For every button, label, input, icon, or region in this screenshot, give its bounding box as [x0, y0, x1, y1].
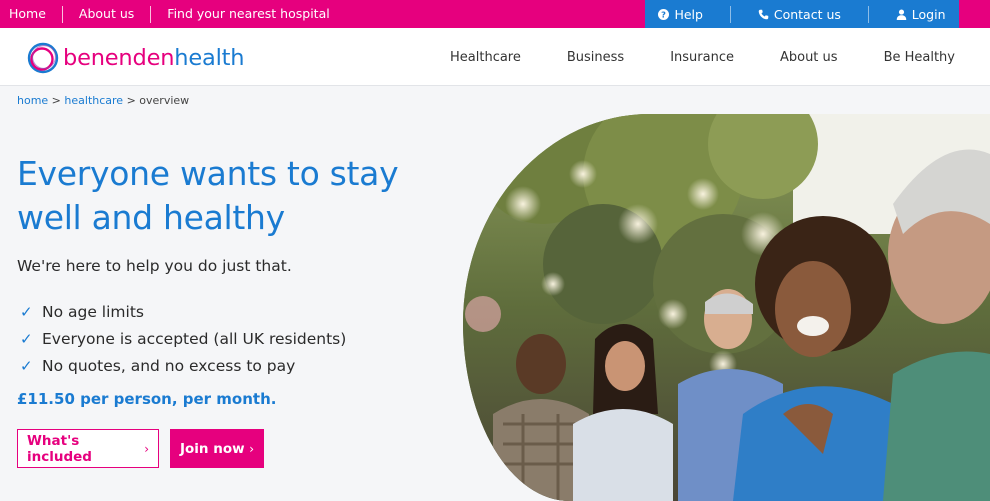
checklist-text: Everyone is accepted (all UK residents) — [42, 329, 347, 348]
login-label: Login — [911, 6, 946, 22]
breadcrumb: home > healthcare > overview — [17, 94, 189, 107]
hero-photo-illustration — [463, 114, 990, 501]
nav-be-healthy[interactable]: Be Healthy — [861, 50, 978, 65]
list-item: ✓ No age limits — [20, 298, 346, 325]
contact-link[interactable]: Contact us — [758, 7, 841, 22]
logo-wordmark-part1: benenden — [63, 45, 175, 71]
hero-image — [463, 114, 990, 501]
top-utility-links: Home About us Find your nearest hospital — [0, 0, 346, 28]
whats-included-button[interactable]: What's included › — [17, 429, 159, 468]
checklist-text: No quotes, and no excess to pay — [42, 356, 296, 375]
logo-wordmark-part2: health — [174, 45, 245, 71]
login-link[interactable]: Login — [896, 7, 946, 22]
chevron-right-icon: › — [249, 441, 254, 456]
breadcrumb-healthcare[interactable]: healthcare — [64, 94, 123, 107]
breadcrumb-home[interactable]: home — [17, 94, 48, 107]
contact-label: Contact us — [773, 6, 841, 22]
nav-business[interactable]: Business — [544, 50, 647, 65]
divider — [867, 5, 869, 23]
help-link[interactable]: ? Help — [658, 7, 703, 22]
logo-rings-icon — [27, 42, 59, 74]
top-link-home[interactable]: Home — [0, 0, 62, 28]
checkmark-icon: ✓ — [20, 356, 33, 375]
help-label: Help — [674, 6, 703, 22]
whats-included-label: What's included — [27, 432, 92, 465]
join-now-button[interactable]: Join now › — [170, 429, 264, 468]
logo-wordmark: benendenhealth — [63, 45, 245, 71]
user-icon — [896, 9, 907, 20]
nav-insurance[interactable]: Insurance — [647, 50, 757, 65]
phone-icon — [758, 9, 769, 20]
price-text: £11.50 per person, per month. — [17, 390, 277, 408]
chevron-right-icon: › — [144, 441, 149, 456]
divider — [729, 5, 731, 23]
top-link-about-us[interactable]: About us — [63, 0, 150, 28]
checkmark-icon: ✓ — [20, 329, 33, 348]
hero-title: Everyone wants to stay well and healthy — [17, 154, 399, 237]
breadcrumb-separator: > — [48, 94, 65, 107]
main-navigation: Healthcare Business Insurance About us B… — [427, 28, 978, 86]
site-header: benendenhealth Healthcare Business Insur… — [0, 28, 990, 86]
breadcrumb-separator: > — [123, 94, 140, 107]
benefits-checklist: ✓ No age limits ✓ Everyone is accepted (… — [20, 298, 346, 379]
join-now-label: Join now — [180, 440, 245, 457]
top-link-find-hospital[interactable]: Find your nearest hospital — [151, 0, 345, 28]
list-item: ✓ Everyone is accepted (all UK residents… — [20, 325, 346, 352]
list-item: ✓ No quotes, and no excess to pay — [20, 352, 346, 379]
benenden-health-logo[interactable]: benendenhealth — [26, 41, 245, 75]
svg-text:?: ? — [662, 9, 667, 19]
top-account-bar: ? Help Contact us Login — [645, 0, 959, 28]
question-circle-icon: ? — [658, 8, 670, 20]
hero-subtitle: We're here to help you do just that. — [17, 257, 292, 275]
nav-healthcare[interactable]: Healthcare — [427, 50, 544, 65]
nav-about-us[interactable]: About us — [757, 50, 861, 65]
breadcrumb-current: overview — [139, 94, 190, 107]
checklist-text: No age limits — [42, 302, 144, 321]
top-utility-bar: Home About us Find your nearest hospital… — [0, 0, 990, 28]
checkmark-icon: ✓ — [20, 302, 33, 321]
